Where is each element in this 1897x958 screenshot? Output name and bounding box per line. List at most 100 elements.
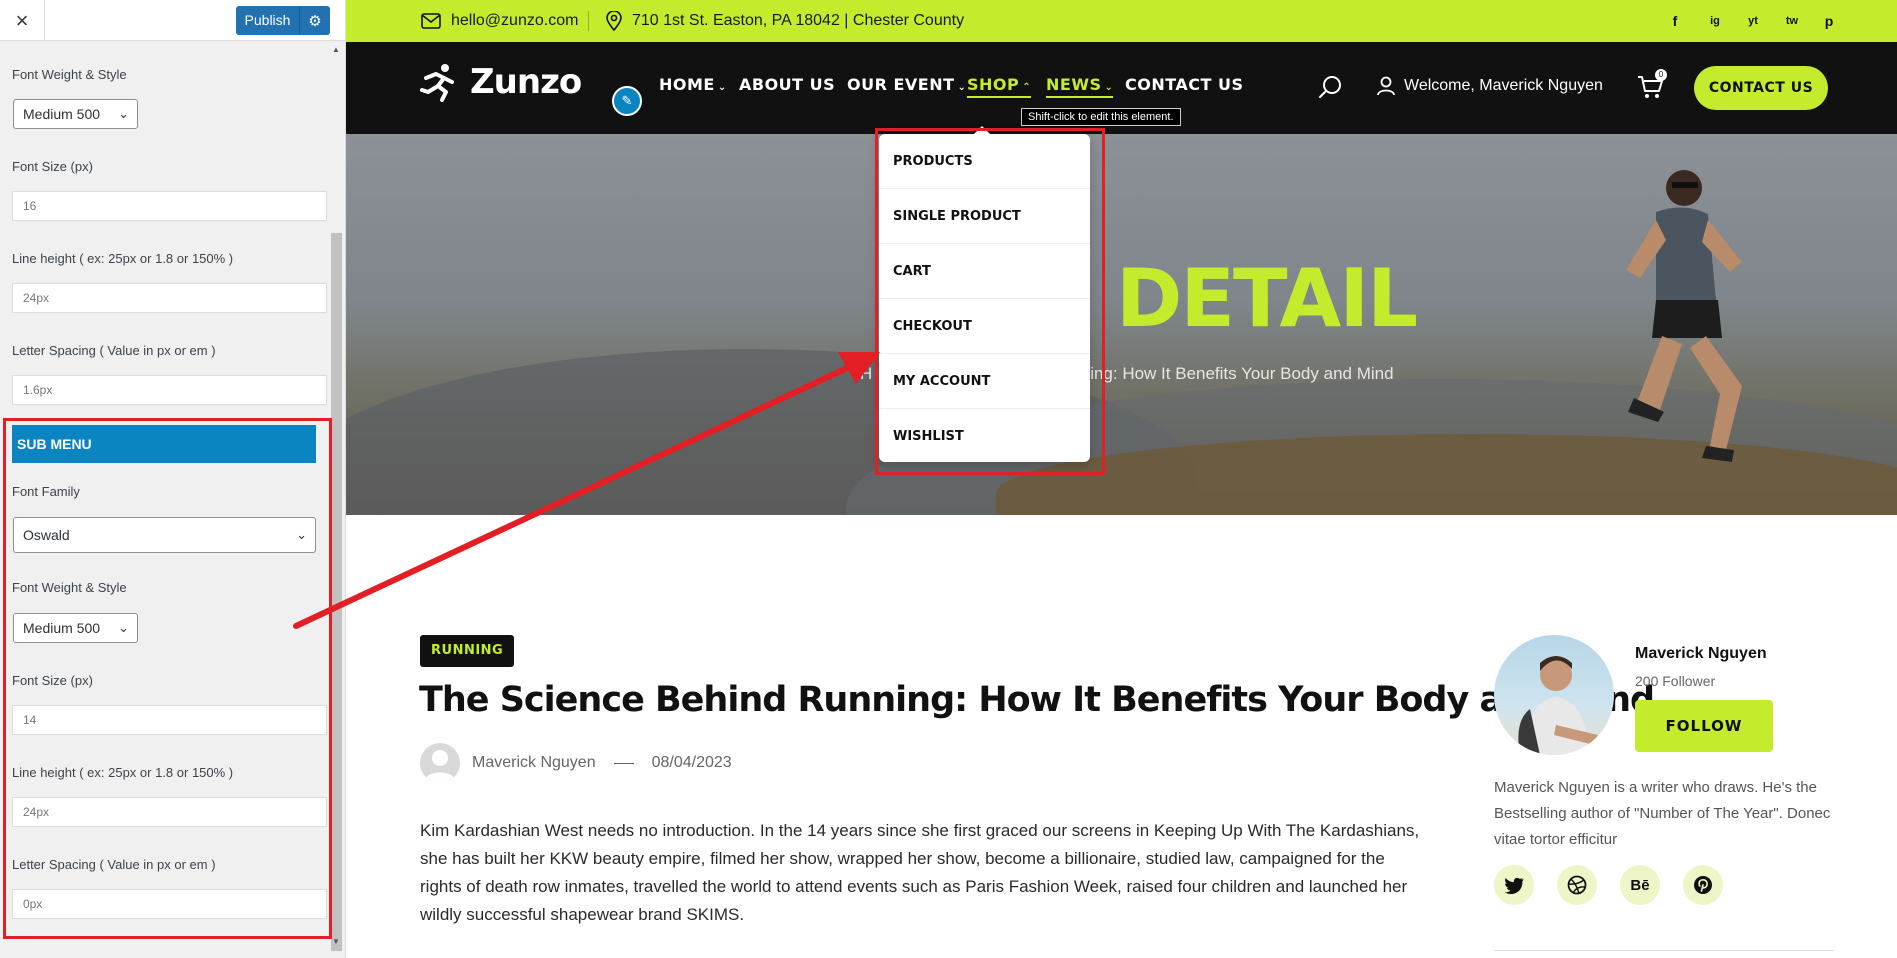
nav-news[interactable]: NEWS ⌄ bbox=[1046, 75, 1114, 98]
sub-menu-section-header[interactable]: SUB MENU bbox=[12, 425, 316, 463]
submenu-item-products[interactable]: PRODUCTS bbox=[879, 134, 1090, 189]
submenu-weight-value: Medium 500 bbox=[23, 620, 101, 636]
dropdown-pointer bbox=[974, 126, 990, 134]
chevron-up-icon: ⌃ bbox=[1022, 82, 1032, 93]
author-behance-icon[interactable]: Bē bbox=[1620, 865, 1660, 905]
nav-shop[interactable]: SHOP ⌃ bbox=[967, 75, 1032, 98]
author-portrait bbox=[1518, 656, 1598, 755]
author-bio: Maverick Nguyen is a writer who draws. H… bbox=[1494, 779, 1831, 848]
publish-button[interactable]: Publish ⚙ bbox=[236, 6, 330, 35]
author-card-divider bbox=[1494, 950, 1834, 951]
chevron-down-icon: ⌄ bbox=[717, 82, 727, 93]
runner-photo bbox=[1626, 170, 1742, 462]
nav-home-label: HOME bbox=[659, 75, 715, 94]
submenu-line-height-input[interactable]: 24px bbox=[12, 797, 327, 827]
page-hero-banner: DETAIL Hnning: How It Benefits Your Body… bbox=[346, 134, 1897, 515]
author-dribbble-icon[interactable] bbox=[1557, 865, 1597, 905]
article-section: RUNNING The Science Behind Running: How … bbox=[346, 515, 1897, 958]
publish-label: Publish bbox=[236, 6, 300, 35]
twitter-bird-icon bbox=[1504, 877, 1524, 894]
author-name[interactable]: Maverick Nguyen bbox=[1635, 645, 1767, 663]
email-text: hello@zunzo.com bbox=[451, 12, 579, 29]
user-silhouette-icon bbox=[424, 750, 456, 783]
chevron-down-icon: ⌄ bbox=[118, 620, 129, 635]
customizer-scrollbar[interactable]: ▲ ▼ bbox=[330, 41, 344, 958]
user-welcome-link[interactable]: Welcome, Maverick Nguyen bbox=[1376, 76, 1603, 96]
scroll-down-icon[interactable]: ▼ bbox=[332, 937, 340, 946]
submenu-letter-spacing-input[interactable]: 0px bbox=[12, 889, 327, 919]
nav-shop-label: SHOP bbox=[967, 75, 1020, 94]
submenu-family-label: Font Family bbox=[12, 484, 80, 499]
breadcrumb-start[interactable]: H bbox=[860, 364, 872, 383]
topbar-email[interactable]: hello@zunzo.com bbox=[421, 0, 578, 42]
menu-letter-spacing-input[interactable]: 1.6px bbox=[12, 375, 327, 405]
author-photo bbox=[1494, 635, 1614, 755]
post-body: Kim Kardashian West needs no introductio… bbox=[420, 821, 1420, 924]
author-follower-count: 200 Follower bbox=[1635, 673, 1716, 689]
submenu-size-label: Font Size (px) bbox=[12, 673, 93, 688]
post-title: The Science Behind Running: How It Benef… bbox=[419, 680, 1655, 720]
cart-count-badge: 0 bbox=[1655, 69, 1667, 81]
menu-weight-select[interactable]: Medium 500 ⌄ bbox=[13, 99, 138, 129]
nav-contact[interactable]: CONTACT US bbox=[1125, 75, 1244, 94]
welcome-text: Welcome, Maverick Nguyen bbox=[1404, 77, 1603, 94]
gear-icon[interactable]: ⚙ bbox=[300, 12, 330, 30]
menu-weight-label: Font Weight & Style bbox=[12, 67, 127, 82]
author-avatar[interactable] bbox=[420, 743, 460, 783]
menu-line-height-input[interactable]: 24px bbox=[12, 283, 327, 313]
category-badge[interactable]: RUNNING bbox=[420, 635, 515, 667]
submenu-item-my-account[interactable]: MY ACCOUNT bbox=[879, 354, 1090, 409]
scroll-up-icon[interactable]: ▲ bbox=[332, 45, 340, 54]
submenu-item-cart[interactable]: CART bbox=[879, 244, 1090, 299]
contact-us-button[interactable]: CONTACT US bbox=[1694, 66, 1828, 110]
dribbble-ball-icon bbox=[1567, 875, 1587, 895]
submenu-family-select[interactable]: Oswald ⌄ bbox=[13, 517, 316, 553]
nav-event-label: OUR EVENT bbox=[847, 75, 955, 94]
submenu-item-wishlist[interactable]: WISHLIST bbox=[879, 409, 1090, 464]
hero-title: DETAIL bbox=[1116, 252, 1418, 345]
menu-size-input[interactable]: 16 bbox=[12, 191, 327, 221]
nav-about[interactable]: ABOUT US bbox=[739, 75, 835, 94]
chevron-down-icon: ⌄ bbox=[118, 106, 129, 121]
menu-letter-spacing-label: Letter Spacing ( Value in px or em ) bbox=[12, 343, 216, 358]
site-preview: hello@zunzo.com 710 1st St. Easton, PA 1… bbox=[346, 0, 1897, 958]
scrollbar-thumb[interactable] bbox=[331, 233, 342, 951]
submenu-item-single-product[interactable]: SINGLE PRODUCT bbox=[879, 189, 1090, 244]
search-icon[interactable] bbox=[1318, 74, 1344, 100]
chevron-down-icon: ⌄ bbox=[1104, 82, 1114, 93]
submenu-item-checkout[interactable]: CHECKOUT bbox=[879, 299, 1090, 354]
edit-shortcut-pencil-icon[interactable]: ✎ bbox=[612, 86, 642, 116]
pinterest-icon[interactable]: p bbox=[1819, 11, 1839, 31]
address-text: 710 1st St. Easton, PA 18042 | Chester C… bbox=[632, 12, 965, 29]
submenu-letter-spacing-label: Letter Spacing ( Value in px or em ) bbox=[12, 857, 216, 872]
edit-tooltip: Shift-click to edit this element. bbox=[1021, 108, 1181, 126]
post-meta: Maverick Nguyen 08/04/2023 bbox=[420, 743, 732, 783]
nav-our-event[interactable]: OUR EVENT ⌄ bbox=[847, 75, 966, 94]
nav-contact-label: CONTACT US bbox=[1125, 75, 1244, 94]
nav-about-label: ABOUT US bbox=[739, 75, 836, 94]
runner-logo-icon bbox=[420, 64, 454, 102]
facebook-icon[interactable]: f bbox=[1665, 11, 1685, 31]
submenu-weight-select[interactable]: Medium 500 ⌄ bbox=[13, 613, 138, 643]
map-pin-icon bbox=[606, 11, 622, 31]
menu-line-height-label: Line height ( ex: 25px or 1.8 or 150% ) bbox=[12, 251, 234, 266]
twitter-icon[interactable]: tw bbox=[1782, 11, 1802, 31]
breadcrumb-end: nning: How It Benefits Your Body and Min… bbox=[1071, 364, 1394, 383]
submenu-family-value: Oswald bbox=[23, 527, 70, 543]
close-icon: × bbox=[15, 7, 29, 33]
author-pinterest-icon[interactable] bbox=[1683, 865, 1723, 905]
submenu-size-input[interactable]: 14 bbox=[12, 705, 327, 735]
nav-news-label: NEWS bbox=[1046, 75, 1102, 94]
meta-separator bbox=[613, 762, 634, 764]
topbar-divider bbox=[588, 11, 589, 31]
author-twitter-icon[interactable] bbox=[1494, 865, 1534, 905]
top-info-bar: hello@zunzo.com 710 1st St. Easton, PA 1… bbox=[346, 0, 1897, 42]
site-logo[interactable]: Zunzo bbox=[418, 62, 582, 102]
nav-home[interactable]: HOME ⌄ bbox=[659, 75, 727, 94]
post-author[interactable]: Maverick Nguyen bbox=[472, 754, 596, 772]
chevron-down-icon: ⌄ bbox=[296, 527, 307, 542]
instagram-icon[interactable]: ig bbox=[1705, 11, 1725, 31]
follow-button[interactable]: FOLLOW bbox=[1635, 700, 1773, 752]
youtube-icon[interactable]: yt bbox=[1743, 11, 1763, 31]
close-customizer-button[interactable]: × bbox=[0, 0, 45, 41]
